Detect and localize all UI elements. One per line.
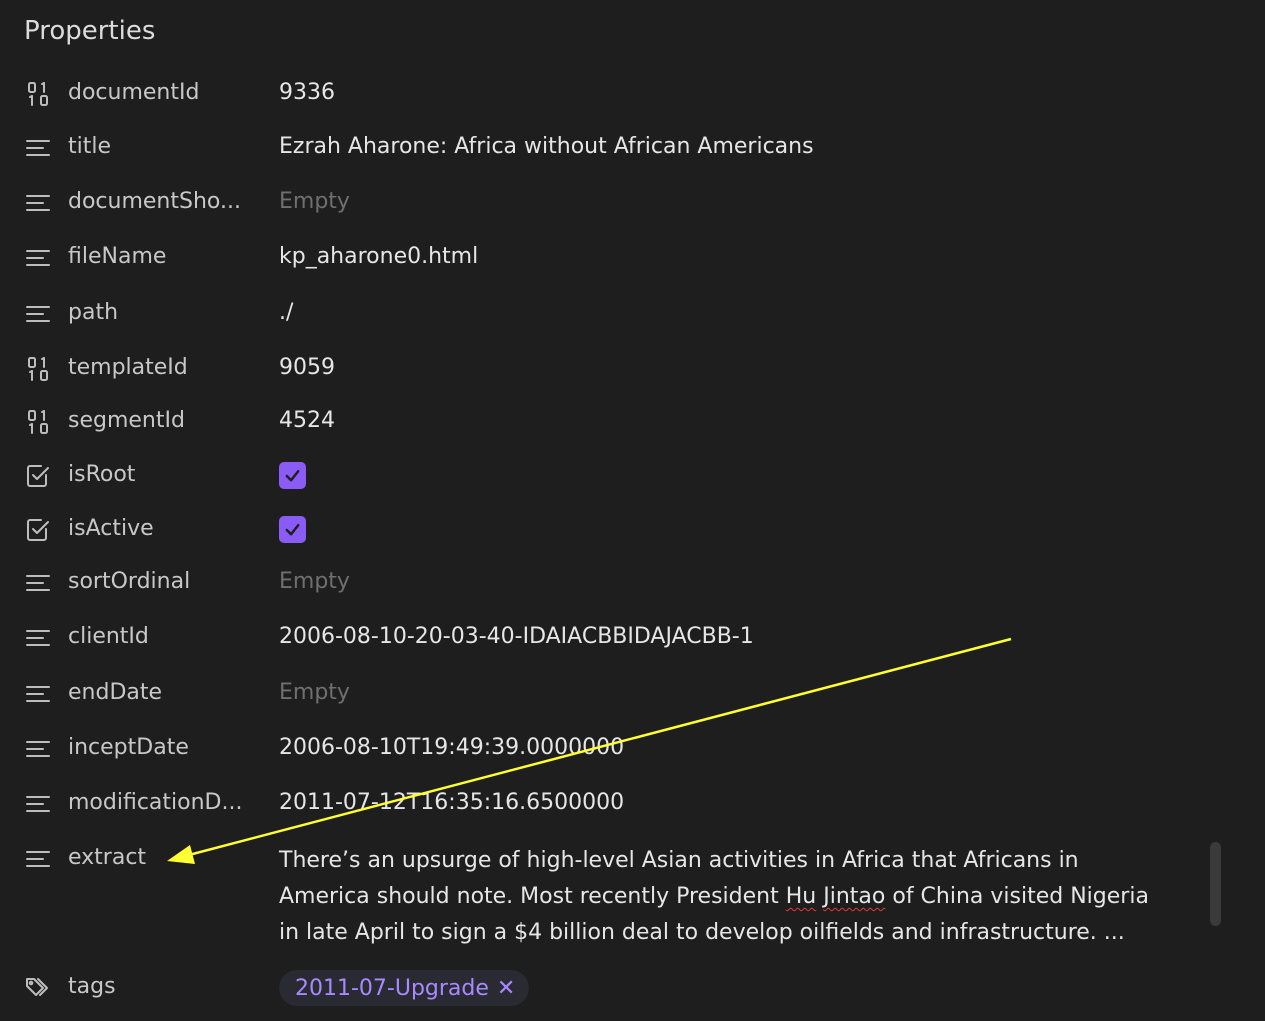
property-value-empty[interactable]: Empty bbox=[279, 680, 350, 705]
text-icon bbox=[24, 845, 52, 873]
text-icon bbox=[24, 735, 52, 763]
extract-scrollbar[interactable] bbox=[1210, 842, 1221, 926]
property-value[interactable]: 2006-08-10T19:49:39.0000000 bbox=[279, 735, 624, 760]
text-icon bbox=[24, 624, 52, 652]
spellcheck-word[interactable]: Hu bbox=[786, 884, 817, 909]
property-value[interactable]: 2011-07-12T16:35:16.6500000 bbox=[279, 790, 624, 815]
property-value[interactable]: 9059 bbox=[279, 355, 335, 380]
property-value[interactable]: ./ bbox=[279, 300, 293, 325]
property-key: clientId bbox=[68, 624, 149, 649]
text-icon bbox=[24, 244, 52, 272]
check-icon bbox=[285, 469, 300, 482]
number-icon bbox=[24, 408, 52, 436]
text-icon bbox=[24, 134, 52, 162]
property-key: title bbox=[68, 134, 112, 159]
property-key: templateId bbox=[68, 355, 188, 380]
number-icon bbox=[24, 80, 52, 108]
isactive-checkbox[interactable] bbox=[279, 516, 306, 543]
property-value[interactable]: kp_aharone0.html bbox=[279, 244, 478, 269]
property-key: path bbox=[68, 300, 119, 325]
property-key: isRoot bbox=[68, 462, 136, 487]
property-key: modificationD... bbox=[68, 790, 243, 815]
property-key: documentId bbox=[68, 80, 200, 105]
extract-line: There’s an upsurge of high-level Asian a… bbox=[279, 848, 1079, 873]
extract-line: America should note. Most recently Presi… bbox=[279, 879, 1199, 915]
property-key: extract bbox=[68, 845, 147, 870]
property-key: inceptDate bbox=[68, 735, 189, 760]
property-value[interactable]: Ezrah Aharone: Africa without African Am… bbox=[279, 134, 814, 159]
property-value[interactable]: 2006-08-10-20-03-40-IDAIACBBIDAJACBB-1 bbox=[279, 624, 754, 649]
tag-label: 2011-07-Upgrade bbox=[295, 975, 489, 1001]
property-key: segmentId bbox=[68, 408, 185, 433]
property-value[interactable]: 9336 bbox=[279, 80, 335, 105]
number-icon bbox=[24, 355, 52, 383]
isroot-checkbox[interactable] bbox=[279, 462, 306, 489]
check-icon bbox=[285, 523, 300, 536]
property-value-empty[interactable]: Empty bbox=[279, 189, 350, 214]
extract-textarea[interactable]: There’s an upsurge of high-level Asian a… bbox=[279, 843, 1199, 951]
tags-icon bbox=[24, 974, 52, 1002]
property-key: fileName bbox=[68, 244, 167, 269]
property-key: endDate bbox=[68, 680, 163, 705]
extract-text-segment: America should note. Most recently Presi… bbox=[279, 884, 786, 909]
spellcheck-word[interactable]: Jintao bbox=[823, 884, 885, 909]
text-icon bbox=[24, 569, 52, 597]
property-value-empty[interactable]: Empty bbox=[279, 569, 350, 594]
tag-pill[interactable]: 2011-07-Upgrade ✕ bbox=[279, 970, 530, 1006]
extract-line: in late April to sign a $4 billion deal … bbox=[279, 920, 1125, 945]
text-icon bbox=[24, 300, 52, 328]
property-key: tags bbox=[68, 974, 116, 999]
property-key: isActive bbox=[68, 516, 154, 541]
text-icon bbox=[24, 790, 52, 818]
property-key: sortOrdinal bbox=[68, 569, 191, 594]
close-icon[interactable]: ✕ bbox=[497, 976, 515, 1001]
panel-title: Properties bbox=[24, 16, 156, 46]
property-value[interactable]: 4524 bbox=[279, 408, 335, 433]
checkbox-icon bbox=[24, 516, 52, 544]
text-icon bbox=[24, 680, 52, 708]
extract-text-segment: of China visited Nigeria bbox=[885, 884, 1149, 909]
property-key: documentSho... bbox=[68, 189, 241, 214]
checkbox-icon bbox=[24, 462, 52, 490]
text-icon bbox=[24, 189, 52, 217]
